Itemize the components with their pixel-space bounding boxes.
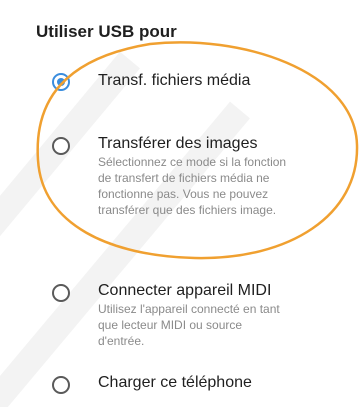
option-description: Sélectionnez ce mode si la fonction de t… xyxy=(98,155,287,217)
option-image-transfer[interactable]: Transférer des images Sélectionnez ce mo… xyxy=(52,135,352,245)
radio-checked-icon[interactable] xyxy=(52,73,70,91)
section-title: Utiliser USB pour xyxy=(36,22,177,41)
option-midi[interactable]: Connecter appareil MIDI Utilisez l'appar… xyxy=(52,282,352,352)
option-label: Charger ce téléphone xyxy=(98,374,252,391)
option-label: Transf. fichiers média xyxy=(98,72,251,89)
option-label: Transférer des images xyxy=(98,135,258,152)
option-description: Utilisez l'appareil connecté en tant que… xyxy=(98,302,280,348)
radio-unchecked-icon[interactable] xyxy=(52,137,70,155)
usb-options-panel: Utiliser USB pour Transf. fichiers média… xyxy=(36,0,364,407)
radio-unchecked-icon[interactable] xyxy=(52,376,70,394)
option-media-transfer[interactable]: Transf. fichiers média xyxy=(52,70,352,94)
option-label: Connecter appareil MIDI xyxy=(98,282,272,299)
option-charge-phone[interactable]: Charger ce téléphone xyxy=(52,374,352,398)
radio-unchecked-icon[interactable] xyxy=(52,284,70,302)
